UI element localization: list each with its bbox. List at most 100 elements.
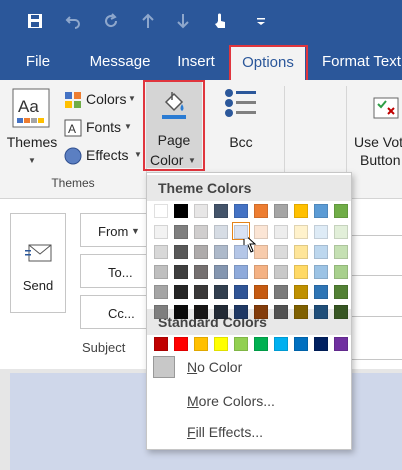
theme-color-swatch[interactable] [334,204,348,218]
no-color-option[interactable]: No Color [149,353,349,381]
theme-color-shade-swatch[interactable] [254,245,268,259]
theme-color-swatch[interactable] [174,204,188,218]
theme-color-shade-swatch[interactable] [274,225,288,239]
theme-color-shade-swatch[interactable] [294,305,308,319]
theme-color-shade-swatch[interactable] [314,225,328,239]
theme-color-shade-swatch[interactable] [314,265,328,279]
subject-field[interactable] [352,359,402,360]
undo-icon[interactable] [62,10,84,32]
theme-color-shade-swatch[interactable] [234,305,248,319]
save-icon[interactable] [24,10,46,32]
to-field[interactable] [352,275,402,276]
standard-color-swatch[interactable] [334,337,348,351]
theme-color-shade-swatch[interactable] [234,245,248,259]
effects-button[interactable]: Effects ▼ [62,146,146,166]
theme-color-shade-swatch[interactable] [154,265,168,279]
theme-color-shade-swatch[interactable] [234,225,248,239]
standard-color-swatch[interactable] [234,337,248,351]
theme-color-swatch[interactable] [234,204,248,218]
tab-format-text[interactable]: Format Text [316,44,402,80]
tab-file[interactable]: File [14,44,62,80]
theme-color-shade-swatch[interactable] [234,265,248,279]
theme-color-swatch[interactable] [154,204,168,218]
theme-color-shade-swatch[interactable] [174,225,188,239]
tab-options[interactable]: Options [231,46,305,80]
theme-color-shade-swatch[interactable] [174,305,188,319]
themes-button[interactable]: Aa Themes ▼ [6,82,57,166]
theme-color-shade-swatch[interactable] [154,225,168,239]
theme-color-shade-swatch[interactable] [194,305,208,319]
theme-color-shade-swatch[interactable] [234,285,248,299]
theme-color-shade-swatch[interactable] [334,245,348,259]
theme-color-shade-swatch[interactable] [194,265,208,279]
theme-color-shade-swatch[interactable] [194,225,208,239]
theme-color-shade-swatch[interactable] [154,285,168,299]
standard-color-swatch[interactable] [254,337,268,351]
theme-color-shade-swatch[interactable] [174,265,188,279]
tab-insert[interactable]: Insert [167,44,225,80]
theme-color-shade-swatch[interactable] [254,285,268,299]
theme-color-swatch[interactable] [274,204,288,218]
fonts-button[interactable]: A Fonts ▼ [62,118,142,138]
theme-color-shade-swatch[interactable] [334,305,348,319]
customize-qat-icon[interactable] [250,10,272,32]
touch-mode-icon[interactable] [209,10,231,32]
fill-effects-option[interactable]: Fill Effects... [187,424,263,440]
theme-color-shade-swatch[interactable] [174,245,188,259]
theme-color-shade-swatch[interactable] [254,225,268,239]
theme-color-swatch[interactable] [294,204,308,218]
to-button[interactable]: To... [80,254,150,288]
standard-color-swatch[interactable] [214,337,228,351]
theme-color-shade-swatch[interactable] [314,245,328,259]
cc-button[interactable]: Cc... [80,295,150,329]
redo-icon[interactable] [100,10,122,32]
standard-color-swatch[interactable] [154,337,168,351]
tab-message[interactable]: Message [82,44,158,80]
theme-color-shade-swatch[interactable] [314,285,328,299]
standard-color-swatch[interactable] [314,337,328,351]
standard-color-swatch[interactable] [274,337,288,351]
theme-color-shade-swatch[interactable] [274,265,288,279]
theme-color-shade-swatch[interactable] [194,285,208,299]
theme-color-shade-swatch[interactable] [274,285,288,299]
up-arrow-icon[interactable] [137,10,159,32]
voting-buttons-button[interactable]: Use Vot Button [352,82,402,172]
theme-color-swatch[interactable] [214,204,228,218]
page-color-button[interactable]: Page Color ▼ [146,82,202,168]
theme-color-shade-swatch[interactable] [294,225,308,239]
standard-color-swatch[interactable] [194,337,208,351]
theme-color-shade-swatch[interactable] [334,265,348,279]
theme-color-shade-swatch[interactable] [274,245,288,259]
theme-color-shade-swatch[interactable] [294,245,308,259]
theme-colors-header: Theme Colors [147,175,351,201]
from-button[interactable]: From ▼ [80,213,150,247]
theme-color-shade-swatch[interactable] [294,265,308,279]
theme-color-swatch[interactable] [314,204,328,218]
bcc-button[interactable]: Bcc [214,82,268,158]
send-button[interactable]: Send [10,213,66,313]
theme-color-shade-swatch[interactable] [174,285,188,299]
theme-color-shade-swatch[interactable] [214,245,228,259]
colors-button[interactable]: Colors ▼ [62,90,142,110]
theme-color-shade-swatch[interactable] [254,305,268,319]
theme-color-swatch[interactable] [254,204,268,218]
standard-color-swatch[interactable] [294,337,308,351]
theme-color-shade-swatch[interactable] [214,225,228,239]
theme-color-shade-swatch[interactable] [254,265,268,279]
theme-color-shade-swatch[interactable] [274,305,288,319]
theme-color-shade-swatch[interactable] [214,265,228,279]
theme-color-shade-swatch[interactable] [314,305,328,319]
theme-color-shade-swatch[interactable] [334,285,348,299]
standard-color-swatch[interactable] [174,337,188,351]
theme-color-shade-swatch[interactable] [294,285,308,299]
theme-color-shade-swatch[interactable] [214,285,228,299]
more-colors-option[interactable]: More Colors... [187,393,275,409]
theme-color-shade-swatch[interactable] [214,305,228,319]
cc-field[interactable] [352,316,402,317]
theme-color-shade-swatch[interactable] [194,245,208,259]
theme-color-shade-swatch[interactable] [334,225,348,239]
theme-color-shade-swatch[interactable] [154,305,168,319]
theme-color-swatch[interactable] [194,204,208,218]
theme-color-shade-swatch[interactable] [154,245,168,259]
down-arrow-icon[interactable] [172,10,194,32]
